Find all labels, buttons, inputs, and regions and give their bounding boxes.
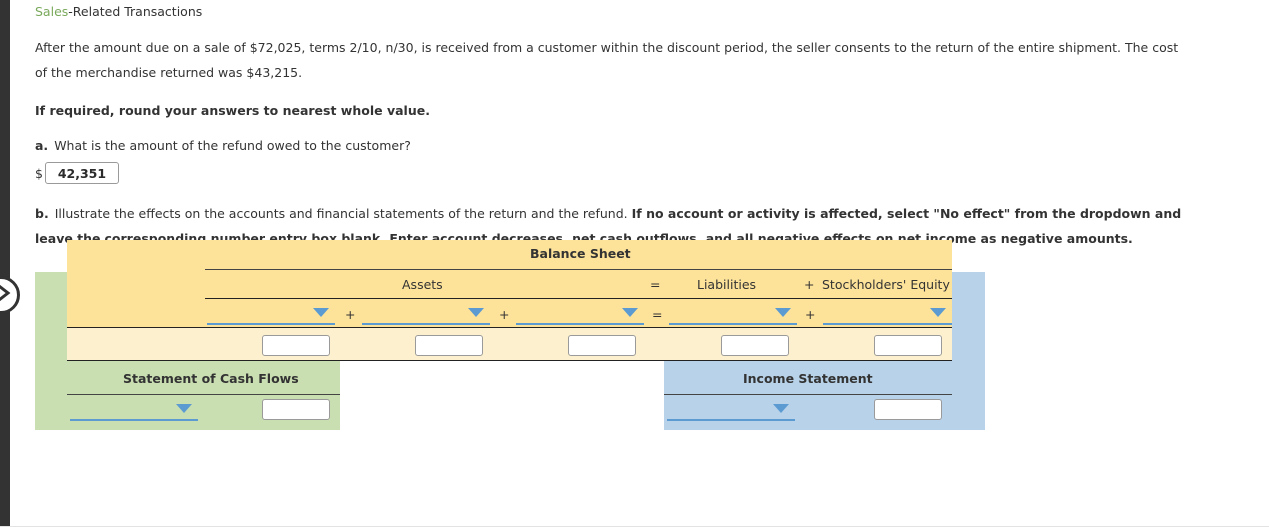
chevron-right-icon — [0, 284, 11, 306]
asset-amount-input-1[interactable] — [262, 335, 330, 356]
part-b-letter: b. — [35, 206, 49, 221]
equity-amount-input[interactable] — [874, 335, 942, 356]
chevron-down-icon — [468, 308, 484, 317]
equals-column-header: = — [650, 277, 661, 292]
page-title-rest: -Related Transactions — [68, 4, 203, 19]
income-statement-line-dropdown[interactable] — [667, 401, 795, 421]
part-a-answer-row: $ — [35, 162, 1255, 184]
liabilities-column-header: Liabilities — [697, 277, 757, 292]
currency-symbol: $ — [35, 165, 43, 181]
income-statement-title: Income Statement — [743, 371, 873, 386]
part-a-letter: a. — [35, 138, 49, 153]
part-a-text: What is the amount of the refund owed to… — [54, 138, 411, 153]
income-statement-amount-input[interactable] — [874, 399, 942, 420]
balance-sheet-panel — [67, 240, 952, 328]
question-content: Sales-Related Transactions After the amo… — [35, 0, 1255, 251]
plus-column-header: + — [804, 277, 815, 292]
equity-account-dropdown[interactable] — [823, 305, 952, 325]
chevron-down-icon — [176, 404, 192, 413]
liability-account-dropdown[interactable] — [669, 305, 797, 325]
operator-equals: = — [652, 307, 663, 322]
balance-sheet-input-row — [67, 328, 952, 360]
assets-column-header: Assets — [402, 277, 443, 292]
bs-dropdown-rule — [67, 327, 952, 328]
refund-amount-input[interactable] — [44, 162, 119, 184]
scenario-line-2: merchandise returned was $43,215. — [75, 65, 303, 80]
bs-title-rule — [205, 269, 952, 270]
cash-flow-activity-dropdown[interactable] — [70, 401, 198, 421]
scenario-paragraph: After the amount due on a sale of $72,02… — [35, 35, 1190, 85]
asset-account-dropdown-3[interactable] — [516, 305, 644, 325]
asset-account-dropdown-2[interactable] — [362, 305, 490, 325]
left-nav-rail — [0, 0, 10, 527]
income-statement-rule — [664, 394, 952, 395]
part-b-text-normal: Illustrate the effects on the accounts a… — [54, 206, 632, 221]
asset-account-dropdown-1[interactable] — [207, 305, 335, 325]
equity-column-header: Stockholders' Equity — [822, 277, 950, 292]
bs-bottom-rule — [67, 360, 952, 361]
liability-amount-input[interactable] — [721, 335, 789, 356]
operator-liab-plus: + — [805, 307, 816, 322]
chevron-down-icon — [930, 308, 946, 317]
financial-effects-grid: Balance Sheet Assets = Liabilities + Sto… — [35, 240, 995, 432]
chevron-down-icon — [773, 404, 789, 413]
part-a-prompt: a. What is the amount of the refund owed … — [35, 137, 1255, 155]
operator-asset-plus-1: + — [345, 307, 356, 322]
page-title: Sales-Related Transactions — [35, 0, 1255, 21]
operator-asset-plus-2: + — [499, 307, 510, 322]
balance-sheet-title: Balance Sheet — [530, 246, 631, 261]
cash-flows-title: Statement of Cash Flows — [123, 371, 299, 386]
cash-flows-rule — [67, 394, 340, 395]
bs-header-rule — [205, 298, 952, 299]
cash-flow-amount-input[interactable] — [262, 399, 330, 420]
page-title-highlight: Sales — [35, 4, 69, 19]
asset-amount-input-2[interactable] — [415, 335, 483, 356]
expand-sidebar-button[interactable] — [0, 276, 20, 314]
chevron-down-icon — [313, 308, 329, 317]
rounding-instruction: If required, round your answers to neare… — [35, 103, 430, 118]
chevron-down-icon — [622, 308, 638, 317]
asset-amount-input-3[interactable] — [568, 335, 636, 356]
chevron-down-icon — [775, 308, 791, 317]
